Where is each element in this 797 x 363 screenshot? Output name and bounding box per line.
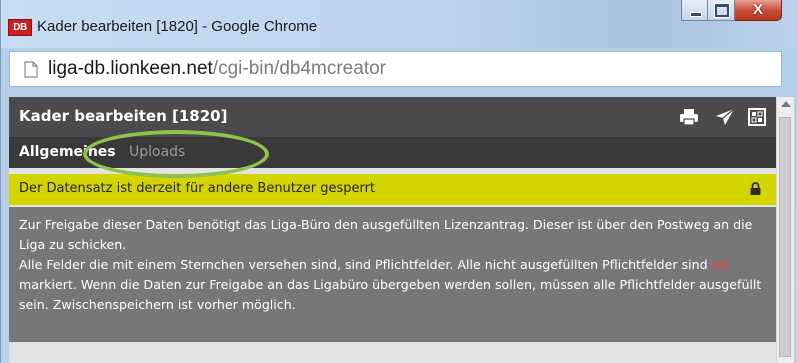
info-box: Zur Freigabe dieser Daten benötigt das L…: [9, 207, 776, 342]
info-line-2-start: Alle Felder die mit einem Sternchen vers…: [19, 257, 708, 272]
address-bar[interactable]: liga-db.lionkeen.net/cgi-bin/db4mcreator: [9, 51, 782, 87]
notice-text: Der Datensatz ist derzeit für andere Ben…: [19, 181, 376, 196]
info-line-2: Alle Felder die mit einem Sternchen vers…: [19, 255, 766, 315]
info-line-2-end: markiert. Wenn die Daten zur Freigabe an…: [19, 277, 762, 312]
scroll-thumb[interactable]: [779, 117, 791, 357]
panel-header: Kader bearbeiten [1820]: [9, 97, 776, 137]
lock-icon: [750, 182, 761, 195]
title-bar[interactable]: DB Kader bearbeiten [1820] - Google Chro…: [1, 0, 797, 48]
window-icon[interactable]: [747, 108, 767, 126]
minimize-button[interactable]: [681, 0, 708, 21]
info-line-1: Zur Freigabe dieser Daten benötigt das L…: [19, 217, 753, 252]
send-icon[interactable]: [715, 108, 735, 126]
app-badge-icon: DB: [8, 19, 32, 36]
page-title: Kader bearbeiten [1820]: [19, 107, 228, 125]
print-icon[interactable]: [679, 108, 699, 126]
maximize-button[interactable]: [708, 0, 735, 21]
url-text[interactable]: liga-db.lionkeen.net/cgi-bin/db4mcreator: [48, 58, 386, 80]
close-icon: X: [752, 1, 763, 18]
close-button[interactable]: X: [735, 0, 782, 21]
tab-uploads[interactable]: Uploads: [129, 144, 185, 160]
url-host: liga-db.lionkeen.net: [48, 58, 213, 79]
vertical-scrollbar[interactable]: [776, 97, 794, 363]
tab-allgemeines[interactable]: Allgemeines: [19, 144, 116, 160]
tab-bar: Allgemeines Uploads: [9, 137, 776, 168]
popup-content: Kader bearbeiten [1820] Allgemeines Uplo…: [9, 97, 776, 363]
lock-notice: Der Datensatz ist derzeit für andere Ben…: [9, 174, 776, 205]
window-title: Kader bearbeiten [1820] - Google Chrome: [37, 18, 318, 35]
page-icon: [24, 61, 38, 78]
scroll-up-icon[interactable]: [781, 101, 791, 107]
browser-window: DB Kader bearbeiten [1820] - Google Chro…: [0, 0, 797, 363]
window-controls: X: [681, 0, 782, 26]
required-red-word: rot: [711, 257, 730, 272]
url-path: /cgi-bin/db4mcreator: [212, 58, 386, 79]
